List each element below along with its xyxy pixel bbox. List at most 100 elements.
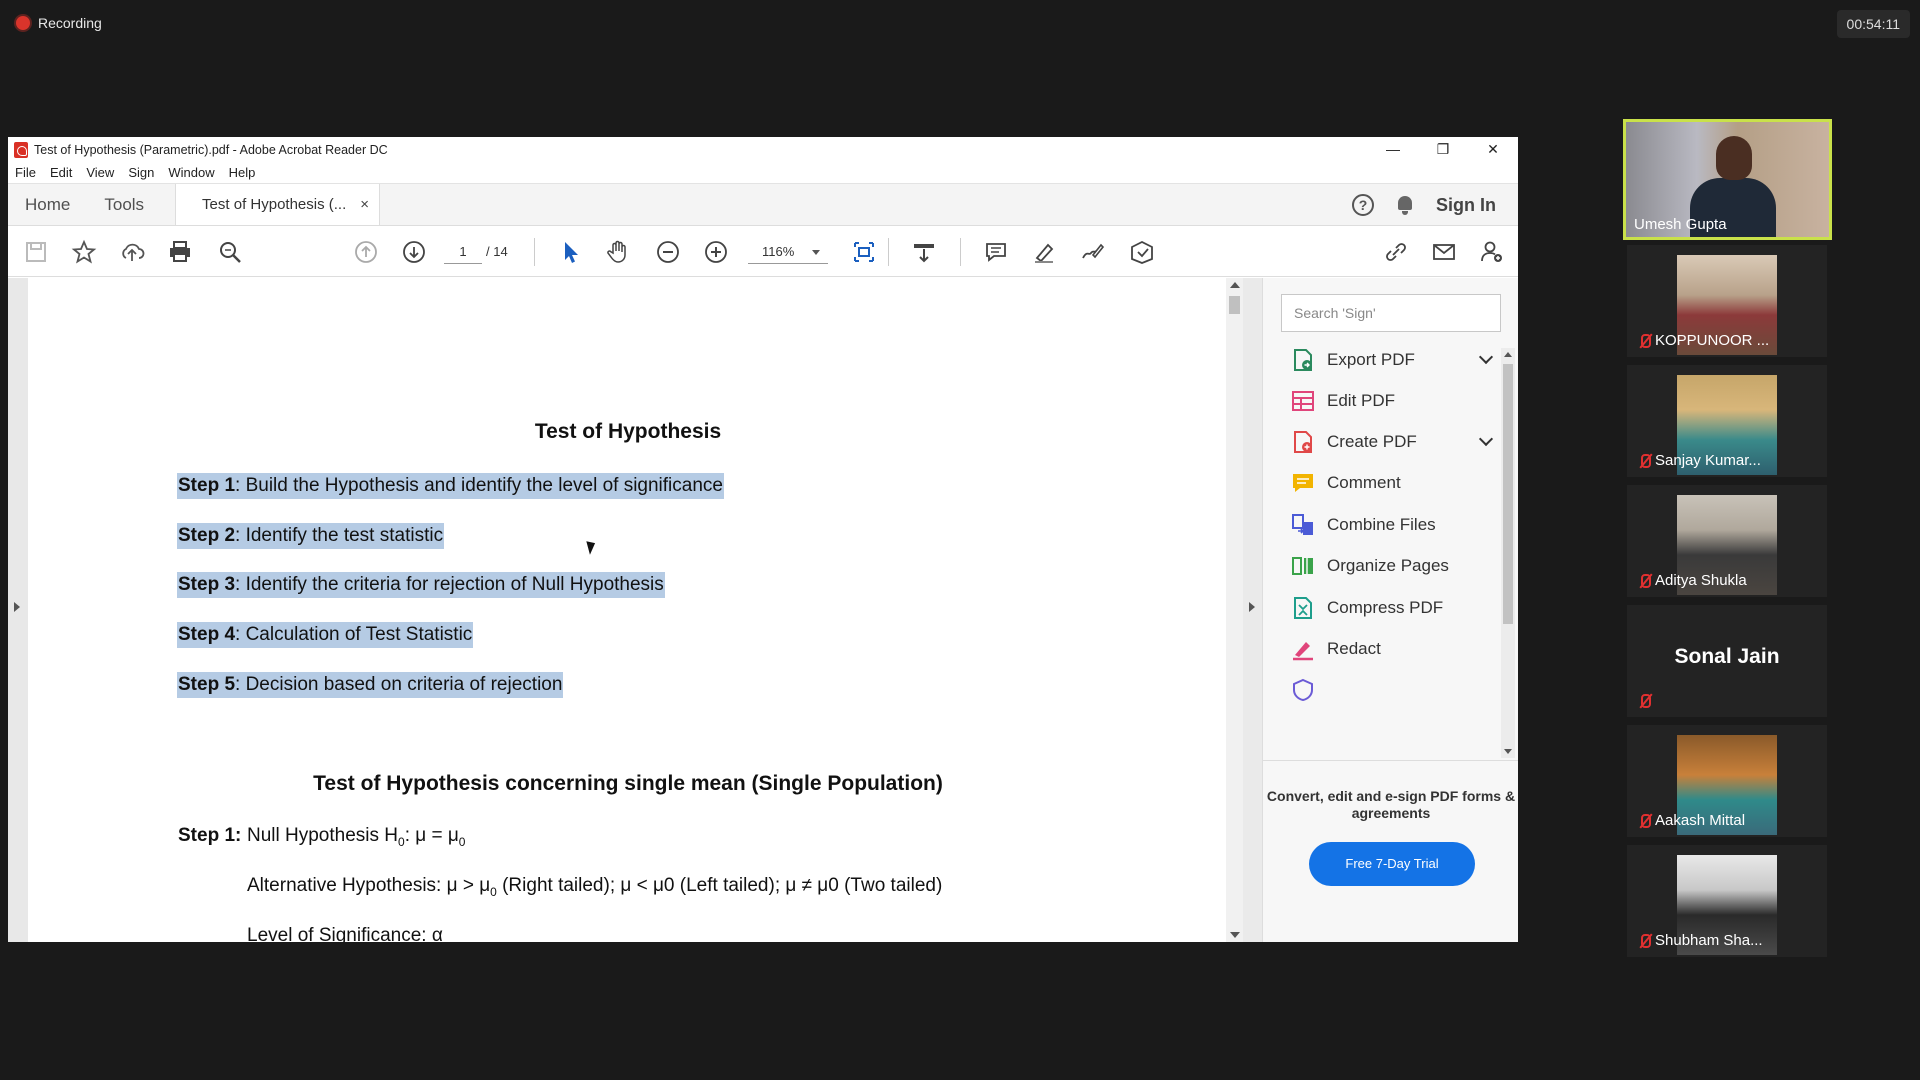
tag-edit-icon[interactable] (1128, 238, 1156, 266)
upload-cloud-icon[interactable] (118, 238, 146, 266)
tool-compress-pdf[interactable]: Compress PDF (1291, 596, 1491, 620)
export-pdf-icon (1291, 348, 1315, 372)
scroll-mode-icon[interactable] (910, 238, 938, 266)
add-user-icon[interactable] (1478, 238, 1506, 266)
step-text: : Decision based on criteria of rejectio… (235, 674, 563, 695)
scrollbar-thumb[interactable] (1503, 364, 1513, 624)
tool-next-partial[interactable] (1291, 678, 1491, 702)
menu-help[interactable]: Help (229, 165, 256, 180)
document-viewer[interactable]: Test of Hypothesis Step 1: Build the Hyp… (8, 278, 1262, 942)
muted-mic-icon (1637, 333, 1651, 349)
tool-label: Organize Pages (1327, 556, 1449, 575)
menu-sign[interactable]: Sign (128, 165, 154, 180)
participant-name: Aakash Mittal (1655, 812, 1746, 829)
sign-pen-icon[interactable] (1078, 238, 1106, 266)
highlight-pen-icon[interactable] (1030, 238, 1058, 266)
next-page-icon[interactable] (400, 238, 428, 266)
title-bar: Test of Hypothesis (Parametric).pdf - Ad… (8, 137, 1518, 162)
participant-tile[interactable]: Sonal Jain (1627, 605, 1827, 717)
close-window-icon[interactable]: ✕ (1468, 137, 1518, 162)
select-cursor-icon[interactable] (556, 238, 584, 266)
tab-document[interactable]: Test of Hypothesis (... × (175, 184, 381, 225)
tool-organize-pages[interactable]: Organize Pages (1291, 554, 1491, 578)
tab-tools[interactable]: Tools (87, 184, 161, 225)
recording-indicator: Recording (16, 15, 102, 31)
active-speaker-tile[interactable]: Umesh Gupta (1623, 119, 1832, 240)
left-panel-toggle[interactable] (8, 278, 28, 942)
participant-name: KOPPUNOOR ... (1655, 332, 1770, 349)
subscript-zero: 0 (490, 884, 497, 899)
menu-window[interactable]: Window (168, 165, 214, 180)
tool-label: Create PDF (1327, 432, 1417, 451)
scroll-up-icon[interactable] (1230, 282, 1240, 288)
minimize-icon[interactable]: — (1368, 137, 1418, 162)
close-tab-icon[interactable]: × (360, 196, 369, 213)
previous-page-icon[interactable] (352, 238, 380, 266)
tool-combine-files[interactable]: Combine Files (1291, 513, 1491, 537)
toolbar-divider (888, 238, 889, 266)
hand-tool-icon[interactable] (604, 238, 632, 266)
chevron-down-icon[interactable] (1478, 431, 1494, 447)
right-panel-toggle[interactable] (1243, 278, 1262, 942)
participant-tile[interactable]: KOPPUNOOR ... (1627, 245, 1827, 357)
pdf-page[interactable]: Test of Hypothesis Step 1: Build the Hyp… (28, 278, 1228, 942)
level-of-significance-line: Level of Significance: α (247, 925, 443, 942)
menu-bar: File Edit View Sign Window Help (8, 162, 1518, 184)
zoom-out-icon[interactable] (654, 238, 682, 266)
scroll-down-icon[interactable] (1504, 749, 1512, 754)
speaker-head (1716, 136, 1752, 180)
tool-export-pdf[interactable]: Export PDF (1291, 348, 1494, 372)
tool-comment[interactable]: Comment (1291, 471, 1491, 495)
participant-tile[interactable]: Aditya Shukla (1627, 485, 1827, 597)
tab-home[interactable]: Home (8, 184, 87, 225)
tool-edit-pdf[interactable]: Edit PDF (1291, 389, 1491, 413)
collapse-right-icon (1249, 602, 1260, 612)
expand-left-icon (14, 602, 25, 612)
tool-redact[interactable]: Redact (1291, 637, 1491, 661)
page-number-input[interactable]: 1 (444, 240, 482, 264)
help-icon[interactable]: ? (1352, 194, 1374, 216)
restore-icon[interactable]: ❐ (1418, 137, 1468, 162)
step-label: Step 3 (178, 574, 236, 595)
scroll-down-icon[interactable] (1230, 932, 1240, 938)
section-step-label: Step 1: (178, 825, 242, 846)
tool-create-pdf[interactable]: Create PDF (1291, 430, 1494, 454)
tools-search-input[interactable]: Search 'Sign' (1281, 294, 1501, 332)
document-scrollbar[interactable] (1226, 278, 1243, 942)
print-icon[interactable] (166, 238, 194, 266)
free-trial-button[interactable]: Free 7-Day Trial (1309, 842, 1475, 886)
scroll-up-icon[interactable] (1504, 352, 1512, 357)
menu-file[interactable]: File (15, 165, 36, 180)
participant-tile[interactable]: Aakash Mittal (1627, 725, 1827, 837)
page-total: / 14 (486, 244, 508, 259)
zoom-level-select[interactable]: 116% (748, 240, 828, 264)
redact-icon (1291, 637, 1315, 661)
step-1-line: Step 1: Build the Hypothesis and identif… (177, 473, 724, 499)
participant-name-large: Sonal Jain (1674, 645, 1780, 668)
alternative-hypothesis-line: Alternative Hypothesis: μ > μ0 (Right ta… (247, 874, 942, 904)
menu-view[interactable]: View (86, 165, 114, 180)
share-link-icon[interactable] (1382, 238, 1410, 266)
step-3-line: Step 3: Identify the criteria for reject… (177, 572, 665, 598)
scrollbar-thumb[interactable] (1229, 296, 1240, 314)
toolbar-divider (960, 238, 961, 266)
bookmark-star-icon[interactable] (70, 238, 98, 266)
tools-scrollbar[interactable] (1501, 348, 1515, 758)
muted-mic-icon (1637, 693, 1651, 709)
sign-in-button[interactable]: Sign In (1436, 195, 1496, 216)
email-icon[interactable] (1430, 238, 1458, 266)
zoom-in-icon[interactable] (702, 238, 730, 266)
edit-pdf-icon (1291, 389, 1315, 413)
shield-icon (1291, 678, 1315, 702)
toolbar-divider (534, 238, 535, 266)
participant-tile[interactable]: Sanjay Kumar... (1627, 365, 1827, 477)
menu-edit[interactable]: Edit (50, 165, 72, 180)
notification-bell-icon[interactable] (1396, 195, 1414, 215)
save-icon[interactable] (22, 238, 50, 266)
participant-tile[interactable]: Shubham Sha... (1627, 845, 1827, 957)
doc-title: Test of Hypothesis (534, 420, 722, 443)
fit-page-icon[interactable] (850, 238, 878, 266)
comment-icon[interactable] (982, 238, 1010, 266)
chevron-down-icon[interactable] (1478, 349, 1494, 365)
search-zoom-icon[interactable] (216, 238, 244, 266)
